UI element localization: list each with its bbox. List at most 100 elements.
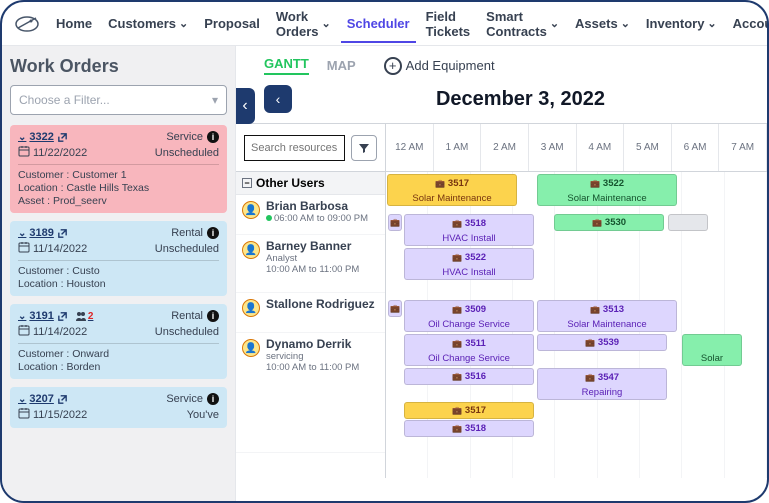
info-icon[interactable]: i bbox=[207, 310, 219, 322]
work-order-detail: Customer : Onward bbox=[18, 348, 219, 360]
gantt-event[interactable]: 💼3509 bbox=[404, 300, 534, 317]
add-equipment-button[interactable]: + Add Equipment bbox=[384, 57, 495, 75]
collapse-sidebar-button[interactable]: ‹ bbox=[236, 88, 255, 124]
filter-placeholder: Choose a Filter... bbox=[19, 93, 110, 107]
work-order-card[interactable]: ⌄3191 2 Rental i 11/14/2022 Unscheduled Cust… bbox=[10, 304, 227, 379]
resource-name: Barney Banner bbox=[266, 239, 359, 253]
info-icon[interactable]: i bbox=[207, 227, 219, 239]
work-order-date: 11/14/2022 bbox=[18, 324, 87, 339]
work-order-card[interactable]: ⌄3189 Rental i11/14/2022UnscheduledCusto… bbox=[10, 221, 227, 296]
group-other-users[interactable]: − Other Users bbox=[236, 172, 385, 195]
scheduler-main: ‹ GANTT MAP + Add Equipment ‹ December 3… bbox=[236, 46, 767, 501]
briefcase-icon: 💼 bbox=[452, 252, 462, 262]
tab-gantt[interactable]: GANTT bbox=[264, 56, 309, 75]
work-order-card[interactable]: ⌄3207 Service i11/15/2022You've bbox=[10, 387, 227, 428]
work-order-status: Unscheduled bbox=[155, 326, 219, 338]
status-dot-icon bbox=[266, 215, 272, 221]
resource-row[interactable]: 👤 Barney BannerAnalyst10:00 AM to 11:00 P… bbox=[236, 235, 385, 293]
gantt-event[interactable]: 💼3517 bbox=[387, 174, 517, 191]
briefcase-icon: 💼 bbox=[452, 406, 462, 416]
nav-accounts[interactable]: Accounts bbox=[727, 12, 769, 35]
gantt-event[interactable]: 💼3522 bbox=[537, 174, 677, 191]
logo bbox=[14, 10, 40, 38]
gantt-event-label[interactable]: Solar Maintenance bbox=[537, 317, 677, 332]
resource-role: Analyst bbox=[266, 253, 359, 264]
info-icon[interactable]: i bbox=[207, 393, 219, 405]
filter-icon bbox=[358, 142, 370, 154]
plus-icon: + bbox=[384, 57, 402, 75]
group-label: Other Users bbox=[256, 176, 325, 190]
nav-field-tickets[interactable]: Field Tickets bbox=[420, 5, 477, 43]
tab-map[interactable]: MAP bbox=[327, 58, 356, 73]
nav-home[interactable]: Home bbox=[50, 12, 98, 35]
work-order-number[interactable]: ⌄3189 bbox=[18, 227, 68, 239]
filter-select[interactable]: Choose a Filter... ▾ bbox=[10, 85, 227, 115]
resource-row[interactable]: 👤Brian Barbosa06:00 AM to 09:00 PM bbox=[236, 195, 385, 235]
filter-button[interactable] bbox=[351, 135, 377, 161]
gantt-event-label[interactable]: Oil Change Service bbox=[404, 351, 534, 366]
avatar-icon: 👤 bbox=[242, 299, 260, 317]
work-order-date: 11/14/2022 bbox=[18, 241, 87, 256]
event-mini[interactable]: 💼 bbox=[388, 214, 402, 231]
avatar-icon: 👤 bbox=[242, 339, 260, 357]
resource-name: Dynamo Derrik bbox=[266, 337, 359, 351]
collapse-icon: − bbox=[242, 178, 252, 188]
work-order-status: You've bbox=[187, 409, 219, 421]
nav-work-orders[interactable]: Work Orders bbox=[270, 5, 337, 43]
gantt-event[interactable]: 💼3516 bbox=[404, 368, 534, 385]
work-order-number[interactable]: ⌄3322 bbox=[18, 131, 68, 143]
nav-assets[interactable]: Assets bbox=[569, 12, 636, 35]
nav-scheduler[interactable]: Scheduler bbox=[341, 4, 416, 43]
gantt-event[interactable] bbox=[682, 334, 742, 351]
search-resources-input[interactable] bbox=[244, 135, 345, 161]
gantt-event[interactable]: 💼3547 bbox=[537, 368, 667, 385]
gantt-event[interactable]: 💼3511 bbox=[404, 334, 534, 351]
hour-header: 4 AM bbox=[577, 124, 625, 171]
work-order-number[interactable]: ⌄3191 2 bbox=[18, 310, 93, 322]
gantt-event[interactable]: 💼3522 bbox=[404, 248, 534, 265]
info-icon[interactable]: i bbox=[207, 131, 219, 143]
gantt-event[interactable]: 💼3513 bbox=[537, 300, 677, 317]
gantt-event-label[interactable]: Solar bbox=[682, 351, 742, 366]
gantt-event[interactable] bbox=[668, 214, 708, 231]
nav-proposal[interactable]: Proposal bbox=[198, 12, 266, 35]
resource-row[interactable]: 👤Dynamo Derrikservicing10:00 AM to 11:00… bbox=[236, 333, 385, 453]
briefcase-icon: 💼 bbox=[585, 338, 595, 348]
work-order-date: 11/22/2022 bbox=[18, 145, 87, 160]
hour-header: 6 AM bbox=[672, 124, 720, 171]
calendar-icon bbox=[18, 407, 30, 422]
work-order-type: Service i bbox=[166, 131, 219, 143]
gantt-event[interactable]: 💼3518 bbox=[404, 214, 534, 231]
work-order-card[interactable]: ⌄3322 Service i11/22/2022UnscheduledCust… bbox=[10, 125, 227, 213]
event-mini[interactable]: 💼 bbox=[388, 300, 402, 317]
gantt-event-label[interactable]: Solar Maintenance bbox=[387, 191, 517, 206]
gantt-event[interactable]: 💼3539 bbox=[537, 334, 667, 351]
gantt-event[interactable]: 💼3517 bbox=[404, 402, 534, 419]
nav-customers[interactable]: Customers bbox=[102, 12, 194, 35]
gantt-event-label[interactable]: HVAC Install bbox=[404, 231, 534, 246]
briefcase-icon: 💼 bbox=[585, 372, 595, 382]
date-label: December 3, 2022 bbox=[292, 88, 749, 111]
nav-smart-contracts[interactable]: Smart Contracts bbox=[480, 5, 565, 43]
calendar-icon bbox=[18, 145, 30, 160]
hour-header: 7 AM bbox=[719, 124, 767, 171]
hour-header: 2 AM bbox=[481, 124, 529, 171]
nav-inventory[interactable]: Inventory bbox=[640, 12, 723, 35]
work-order-number[interactable]: ⌄3207 bbox=[18, 393, 68, 405]
gantt-event[interactable]: 💼3530 bbox=[554, 214, 664, 231]
date-prev-button[interactable]: ‹ bbox=[264, 85, 292, 113]
gantt-event-label[interactable]: Repairing bbox=[537, 385, 667, 400]
work-orders-panel: Work Orders Choose a Filter... ▾ ⌄3322 S… bbox=[2, 46, 236, 501]
avatar-icon: 👤 bbox=[242, 241, 260, 259]
calendar-icon bbox=[18, 241, 30, 256]
gantt-event-label[interactable]: Solar Maintenance bbox=[537, 191, 677, 206]
gantt-event-label[interactable]: Oil Change Service bbox=[404, 317, 534, 332]
work-order-detail: Asset : Prod_seerv bbox=[18, 195, 219, 207]
work-order-type: Rental i bbox=[171, 310, 219, 322]
resource-hours: 10:00 AM to 11:00 PM bbox=[266, 264, 359, 275]
gantt-event-label[interactable]: HVAC Install bbox=[404, 265, 534, 280]
work-order-date: 11/15/2022 bbox=[18, 407, 87, 422]
resource-row[interactable]: 👤Stallone Rodriguez bbox=[236, 293, 385, 333]
gantt-event[interactable]: 💼3518 bbox=[404, 420, 534, 437]
gantt-grid[interactable]: 12 AM1 AM2 AM3 AM4 AM5 AM6 AM7 AM 💼3517S… bbox=[386, 124, 767, 478]
